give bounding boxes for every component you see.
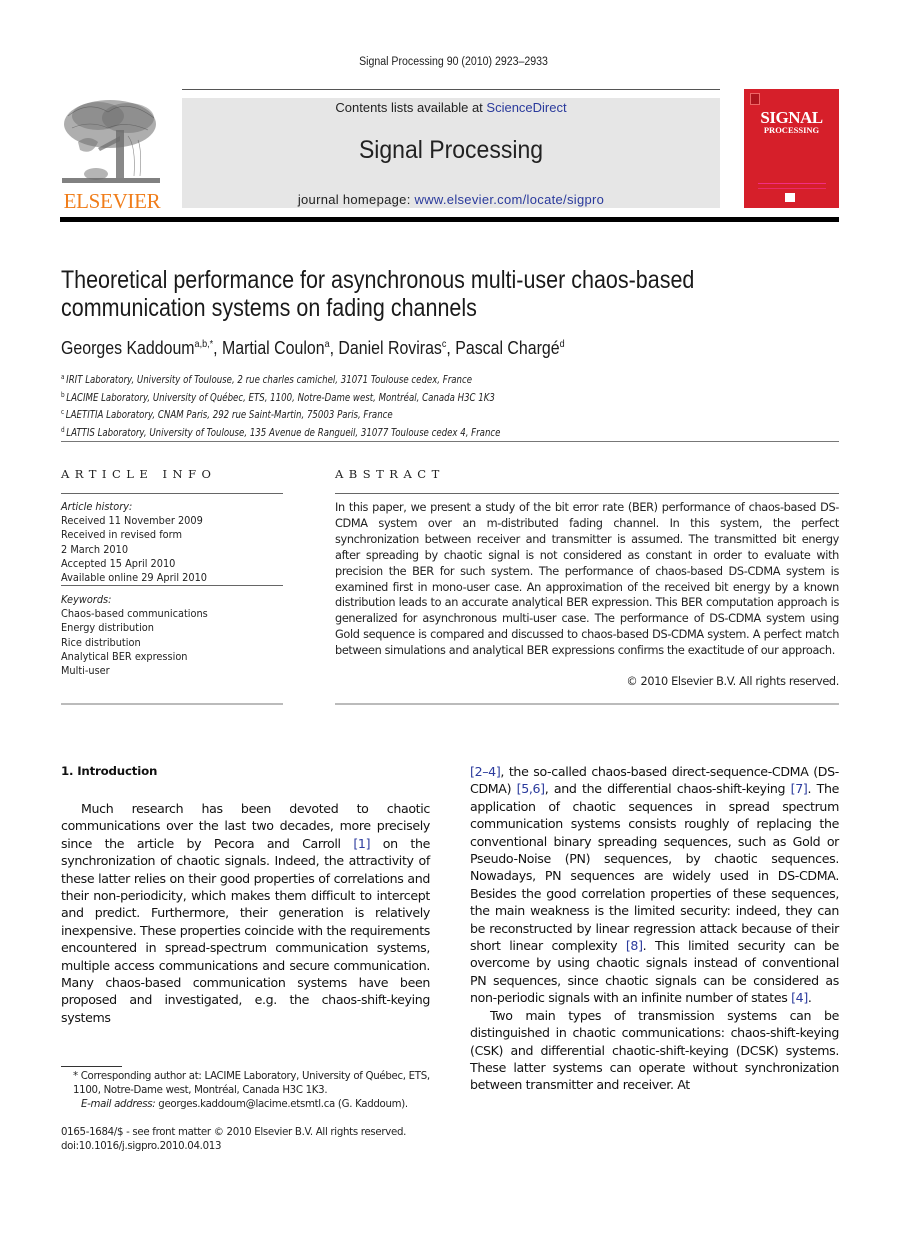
affiliation-list: a IRIT Laboratory, University of Toulouse… xyxy=(61,370,500,440)
paragraph: [2–4], the so-called chaos-based direct-… xyxy=(470,763,839,1007)
contents-available: Contents lists available at ScienceDirec… xyxy=(182,100,720,115)
abstract-text: In this paper, we present a study of the… xyxy=(335,501,839,658)
affiliation-key: d xyxy=(61,425,65,434)
affiliation-item: a IRIT Laboratory, University of Toulouse… xyxy=(61,370,500,388)
paragraph-text: , and the differential chaos-shift-keyin… xyxy=(544,781,791,797)
citation-link[interactable]: [4] xyxy=(791,990,808,1005)
sciencedirect-link[interactable]: ScienceDirect xyxy=(486,100,566,115)
article-title: Theoretical performance for asynchronous… xyxy=(61,266,732,322)
paragraph: Two main types of transmission systems c… xyxy=(470,1007,839,1093)
keywords: Keywords: Chaos-based communications Ene… xyxy=(61,593,275,678)
abstract-copyright: © 2010 Elsevier B.V. All rights reserved… xyxy=(626,675,839,688)
author-name[interactable]: Pascal Chargé xyxy=(455,337,559,358)
keyword-item: Analytical BER expression xyxy=(61,650,188,663)
paragraph: Much research has been devoted to chaoti… xyxy=(61,800,430,1026)
email-note: E-mail address: georges.kaddoum@lacime.e… xyxy=(61,1098,431,1112)
keyword-item: Multi-user xyxy=(61,665,110,678)
doi-line[interactable]: doi:10.1016/j.sigpro.2010.04.013 xyxy=(61,1140,441,1154)
affiliation-text: LAETITIA Laboratory, CNAM Paris, 292 rue… xyxy=(65,409,393,421)
cover-subtitle: PROCESSING xyxy=(763,125,820,135)
body-column-right: [2–4], the so-called chaos-based direct-… xyxy=(470,763,839,1094)
abstract-bottom-rule xyxy=(335,703,839,705)
keyword-item: Rice distribution xyxy=(61,636,141,649)
article-title-line: communication systems on fading channels xyxy=(61,294,477,322)
publisher-wordmark: ELSEVIER xyxy=(63,189,161,213)
body-column-left: Much research has been devoted to chaoti… xyxy=(61,800,430,1026)
paragraph-text: . xyxy=(807,990,812,1006)
author-affiliation-marker[interactable]: a,b,* xyxy=(195,338,214,350)
affiliation-text: LATTIS Laboratory, University of Toulous… xyxy=(66,426,501,439)
email-label: E-mail address: xyxy=(81,1099,156,1110)
affiliation-key: a xyxy=(61,373,65,381)
cover-logo-icon xyxy=(785,193,795,202)
article-title-line: Theoretical performance for asynchronous… xyxy=(61,266,695,294)
journal-banner: Contents lists available at ScienceDirec… xyxy=(182,98,720,208)
article-info-bottom-rule xyxy=(61,703,283,705)
email-address[interactable]: georges.kaddoum@lacime.etsmtl.ca (G. Kad… xyxy=(155,1099,408,1110)
header-bottom-rule xyxy=(60,217,839,222)
running-head: Signal Processing 90 (2010) 2923–2933 xyxy=(359,56,548,68)
author-list: Georges Kaddouma,b,*, Martial Coulona, D… xyxy=(61,337,565,358)
author-name[interactable]: Daniel Roviras xyxy=(338,337,441,358)
keywords-label: Keywords: xyxy=(61,594,112,606)
history-item: Accepted 15 April 2010 xyxy=(61,557,176,570)
citation-link[interactable]: [1] xyxy=(353,836,370,851)
paragraph-text: on the synchronization of chaotic signal… xyxy=(61,835,430,1025)
issn-doi-block: 0165-1684/$ - see front matter © 2010 El… xyxy=(61,1126,441,1154)
affiliation-text: IRIT Laboratory, University of Toulouse,… xyxy=(66,374,473,386)
journal-cover: SIGNAL PROCESSING xyxy=(744,89,839,208)
header-top-rule xyxy=(182,89,720,90)
abstract-heading: ABSTRACT xyxy=(335,467,445,481)
article-history-label: Article history: xyxy=(61,501,133,513)
footnote: * Corresponding author at: LACIME Labora… xyxy=(61,1070,431,1112)
footnote-rule xyxy=(61,1066,122,1067)
affiliation-key: b xyxy=(61,390,65,399)
citation-link[interactable]: [2–4] xyxy=(470,764,501,779)
affiliation-item: b LACIME Laboratory, University of Québec… xyxy=(61,388,500,406)
homepage-prefix: journal homepage: xyxy=(297,192,415,207)
cover-publisher-icon xyxy=(750,93,760,105)
paragraph-text: . The application of chaotic sequences i… xyxy=(470,781,839,954)
author-affiliation-marker[interactable]: d xyxy=(560,338,565,350)
history-item: 2 March 2010 xyxy=(61,543,129,556)
cover-divider xyxy=(758,183,826,184)
keyword-item: Chaos-based communications xyxy=(61,608,208,621)
article-info-heading: ARTICLE INFO xyxy=(61,467,217,481)
affiliation-item: c LAETITIA Laboratory, CNAM Paris, 292 ru… xyxy=(61,405,500,423)
contents-prefix: Contents lists available at xyxy=(335,100,487,115)
issn-line: 0165-1684/$ - see front matter © 2010 El… xyxy=(61,1127,407,1138)
author-affiliation-marker[interactable]: c xyxy=(442,338,447,350)
citation-link[interactable]: [8] xyxy=(626,938,643,953)
section-divider xyxy=(61,441,839,442)
history-item: Available online 29 April 2010 xyxy=(61,572,208,585)
author-name[interactable]: Martial Coulon xyxy=(222,337,325,358)
citation-link[interactable]: [7] xyxy=(791,781,808,796)
affiliation-key: c xyxy=(61,408,65,416)
author-name[interactable]: Georges Kaddoum xyxy=(61,337,195,358)
journal-title: Signal Processing xyxy=(358,136,544,164)
citation-link[interactable]: [5,6] xyxy=(517,781,545,796)
journal-homepage: journal homepage: www.elsevier.com/locat… xyxy=(182,192,720,207)
affiliation-item: d LATTIS Laboratory, University of Toulou… xyxy=(61,423,500,441)
article-history: Article history: Received 11 November 20… xyxy=(61,500,275,585)
cover-divider xyxy=(758,188,826,189)
history-item: Received 11 November 2009 xyxy=(61,515,203,528)
homepage-link[interactable]: www.elsevier.com/locate/sigpro xyxy=(415,192,605,207)
keyword-item: Energy distribution xyxy=(61,622,154,635)
affiliation-text: LACIME Laboratory, University of Québec,… xyxy=(66,391,495,404)
section-heading-introduction: 1. Introduction xyxy=(61,764,158,778)
article-info-separator xyxy=(61,585,283,586)
article-info-rule xyxy=(61,493,283,494)
history-item: Received in revised form xyxy=(61,529,183,542)
author-affiliation-marker[interactable]: a xyxy=(325,338,330,350)
corresponding-author-note: * Corresponding author at: LACIME Labora… xyxy=(73,1071,430,1096)
abstract-rule xyxy=(335,493,839,494)
